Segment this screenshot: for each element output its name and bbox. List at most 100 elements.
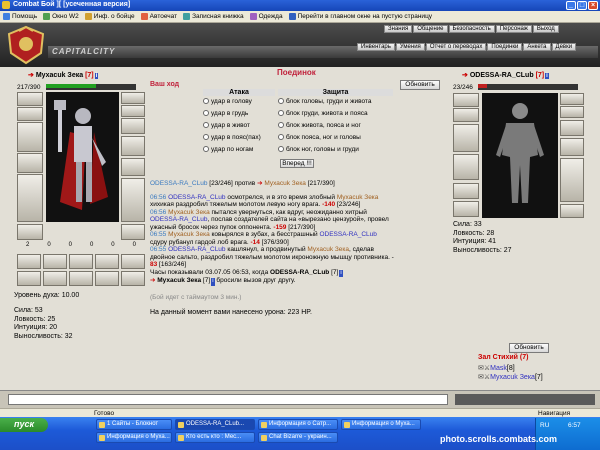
menu-inventory[interactable]: Инвентарь [357, 43, 395, 51]
maximize-button[interactable]: □ [577, 1, 587, 10]
defense-option[interactable]: блок головы, груди и живота [278, 96, 393, 108]
belt-slot[interactable] [95, 271, 119, 286]
blank-page-link[interactable]: Перейти в главном окне на пустую страниц… [288, 13, 432, 20]
defense-option[interactable]: блок пояса, ног и головы [278, 132, 393, 144]
navigate-icon [288, 13, 296, 20]
left-fighter-name: Мухасuk Зека [35, 72, 84, 79]
slot-pants[interactable] [121, 178, 145, 222]
task-info-3[interactable]: Информация о Муха... [96, 432, 172, 443]
slot-earring[interactable] [453, 93, 479, 107]
menu-exit[interactable]: Выход [532, 25, 559, 33]
fighter-info-link[interactable]: Инф. о бойце [84, 13, 135, 20]
belt-slot[interactable] [69, 271, 93, 286]
info-icon[interactable]: i [211, 278, 215, 286]
task-info-1[interactable]: Информация о Сатр... [258, 419, 338, 430]
menu-security[interactable]: Безопасность [448, 25, 495, 33]
slot-boots-right[interactable] [121, 224, 145, 240]
slot-pants[interactable] [560, 158, 584, 202]
belt-slot[interactable] [69, 254, 93, 269]
minimize-button[interactable]: _ [566, 1, 576, 10]
member-icons: ✉⚔ [478, 365, 491, 372]
count-0: 2 [25, 242, 30, 248]
attack-option[interactable]: удар по ногам [203, 144, 275, 156]
refresh-button[interactable]: Обновить [400, 80, 440, 90]
versus-left-name[interactable]: ODESSA-RA_CLub [150, 180, 207, 187]
belt-slot[interactable] [17, 254, 41, 269]
window-w2-link[interactable]: Окно W2 [43, 13, 79, 20]
menu-skills[interactable]: Умения [395, 43, 425, 51]
belt-slot[interactable] [17, 271, 41, 286]
task-notepad[interactable]: 1 Сайты - Блокнот [96, 419, 172, 430]
status-navigation: Навигация [538, 410, 571, 417]
attack-option[interactable]: удар в живот [203, 120, 275, 132]
slot-helmet[interactable] [560, 93, 584, 105]
task-whois[interactable]: Кто есть кто : Мес... [175, 432, 255, 443]
slot-weapon-left[interactable] [453, 124, 479, 152]
task-fight[interactable]: ODESSA-RA_CLub... [175, 419, 255, 430]
right-hp-track [478, 84, 578, 90]
menu-profile[interactable]: Анкета [523, 43, 551, 51]
slot-bracer[interactable] [560, 106, 584, 118]
submit-move-button[interactable]: Вперед !!! [280, 159, 314, 168]
slot-boots-left[interactable] [453, 201, 479, 217]
task-info-2[interactable]: Информация о Муха... [341, 419, 421, 430]
window-icon [43, 13, 51, 20]
slot-gloves[interactable] [560, 120, 584, 136]
belt-slot[interactable] [121, 271, 145, 286]
menu-fights[interactable]: Поединки [487, 43, 523, 51]
left-fighter-name-row[interactable]: ➔ Мухасuk Зека [7] i [28, 71, 99, 79]
start-button[interactable]: пуск [0, 418, 48, 432]
menu-character[interactable]: Персонаж [495, 25, 532, 33]
slot-armor[interactable] [453, 154, 479, 180]
slot-earring[interactable] [17, 92, 43, 106]
menu-extra[interactable]: Девки [551, 43, 577, 51]
slot-boots-left[interactable] [17, 224, 43, 240]
slot-boots-right[interactable] [560, 204, 584, 218]
info-icon[interactable]: i [94, 73, 99, 79]
room-member[interactable]: ✉⚔Mask[8] [478, 364, 543, 373]
slot-shield[interactable] [121, 136, 145, 156]
defense-option[interactable]: блок груди, живота и пояса [278, 108, 393, 120]
belt-slot[interactable] [95, 254, 119, 269]
belt-slot[interactable] [43, 271, 67, 286]
info-icon[interactable]: i [545, 73, 549, 79]
slot-belt[interactable] [453, 183, 479, 199]
slot-armor[interactable] [17, 153, 43, 173]
menu-transfers[interactable]: Отчет о переводах [425, 43, 487, 51]
chat-buttons[interactable] [455, 394, 595, 405]
defense-option[interactable]: блок живота, пояса и ног [278, 120, 393, 132]
slot-helmet[interactable] [121, 92, 145, 104]
menu-knowledge[interactable]: Знания [384, 25, 413, 33]
chat-input[interactable] [8, 394, 448, 405]
slot-shield[interactable] [560, 138, 584, 156]
timeout-note: (Бой идет с таймаутом 3 мин.) [150, 293, 242, 301]
clothes-link[interactable]: Одежда [249, 13, 283, 20]
stat-agility: Ловкость: 25 [14, 315, 56, 323]
menu-social[interactable]: Общение [413, 25, 448, 33]
slot-bracer[interactable] [121, 105, 145, 117]
notebook-link[interactable]: Записная книжка [183, 13, 244, 20]
slot-rings[interactable] [121, 158, 145, 176]
room-member[interactable]: ✉⚔Мухасuk Зека[7] [478, 373, 543, 382]
slot-amulet[interactable] [453, 108, 479, 122]
attack-header: Атака [203, 89, 275, 96]
slot-weapon-left[interactable] [17, 122, 43, 152]
defense-option[interactable]: блок ног, головы и груди [278, 144, 393, 156]
info-icon[interactable]: i [339, 269, 343, 277]
slot-amulet[interactable] [17, 107, 43, 121]
language-indicator[interactable]: RU [540, 422, 549, 429]
versus-right-name[interactable]: Мухасuk Зека [264, 180, 306, 187]
task-chat[interactable]: Chat Bizarre - украин... [258, 432, 338, 443]
autochat-link[interactable]: Автоечат [140, 13, 177, 20]
help-link[interactable]: Помощь [3, 13, 37, 20]
room-refresh-button[interactable]: Обновить [509, 343, 549, 353]
attack-option[interactable]: удар в пояс(пах) [203, 132, 275, 144]
attack-option[interactable]: удар в голову [203, 96, 275, 108]
slot-belt[interactable] [17, 174, 43, 222]
attack-option[interactable]: удар в грудь [203, 108, 275, 120]
belt-slot[interactable] [121, 254, 145, 269]
close-button[interactable]: × [588, 1, 598, 10]
slot-gloves[interactable] [121, 118, 145, 134]
right-fighter-name-row[interactable]: ➔ ODESSA-RA_CLub [7] i [462, 71, 549, 79]
belt-slot[interactable] [43, 254, 67, 269]
